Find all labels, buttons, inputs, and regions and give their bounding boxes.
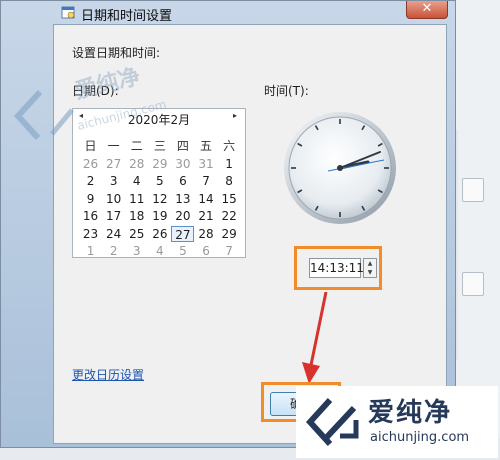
weekday-header: 六 (223, 139, 236, 153)
calendar-day[interactable]: 1 (79, 243, 102, 259)
aichunjing-logo-icon (306, 397, 359, 447)
window-title: 日期和时间设置 (81, 9, 173, 24)
spin-up-icon[interactable]: ▲ (364, 259, 376, 268)
calendar-day[interactable]: 20 (171, 208, 194, 224)
calendar-day[interactable]: 18 (125, 208, 148, 224)
calendar-day[interactable]: 30 (171, 156, 194, 172)
time-spinner[interactable]: ▲ ▼ (363, 258, 377, 278)
calendar-day[interactable]: 5 (148, 173, 171, 189)
calendar-day[interactable]: 24 (102, 226, 125, 242)
calendar-day[interactable]: 22 (218, 208, 241, 224)
calendar-day[interactable]: 25 (125, 226, 148, 242)
calendar-week-row: 23 24 25 26 27 28 29 (79, 225, 241, 242)
calendar-day[interactable]: 31 (194, 156, 217, 172)
analog-clock (284, 112, 396, 224)
watermark-cn: 爱纯净 (368, 398, 453, 428)
calendar-day[interactable]: 12 (148, 191, 171, 207)
calendar-day[interactable]: 11 (125, 191, 148, 207)
watermark-en: aichunjing.com (370, 430, 470, 445)
watermark-badge: 爱纯净 aichunjing.com (296, 386, 498, 458)
calendar-day[interactable]: 26 (148, 226, 171, 242)
calendar-day[interactable]: 29 (218, 226, 241, 242)
calendar-day-selected[interactable]: 27 (171, 225, 195, 242)
calendar-week-row: 16 17 18 19 20 21 22 (79, 208, 241, 224)
calendar-day[interactable]: 23 (79, 226, 102, 242)
calendar-day[interactable]: 13 (171, 191, 194, 207)
calendar-week-row: 9 10 11 12 13 14 15 (79, 191, 241, 207)
dialog-heading: 设置日期和时间: (72, 46, 161, 60)
calendar-day[interactable]: 3 (125, 243, 148, 259)
calendar-day[interactable]: 14 (194, 191, 217, 207)
calendar-day[interactable]: 6 (194, 243, 217, 259)
calendar-day[interactable]: 27 (102, 156, 125, 172)
spin-down-icon[interactable]: ▼ (364, 268, 376, 277)
calendar-day[interactable]: 5 (171, 243, 194, 259)
change-calendar-settings-link[interactable]: 更改日历设置 (72, 366, 144, 383)
calendar-day[interactable]: 7 (194, 173, 217, 189)
weekday-header: 五 (200, 139, 213, 153)
calendar-day[interactable]: 17 (102, 208, 125, 224)
calendar-week-row: 1234567 (79, 243, 241, 259)
calendar-grid: 日 一 二 三 四 五 六 26 27 28 29 30 31 1 2 3 4 5 6 7 8 9 10 11 1… (79, 138, 241, 261)
date-time-icon (61, 6, 75, 19)
calendar-day[interactable]: 16 (79, 208, 102, 224)
calendar-day[interactable]: 15 (218, 191, 241, 207)
calendar-day[interactable]: 8 (218, 173, 241, 189)
calendar-week-row: 26 27 28 29 30 31 1 (79, 156, 241, 172)
calendar-day[interactable]: 7 (218, 243, 241, 259)
calendar-day[interactable]: 3 (102, 173, 125, 189)
calendar-day[interactable]: 10 (102, 191, 125, 207)
red-arrow-annotation (302, 292, 328, 384)
calendar-day[interactable]: 26 (79, 156, 102, 172)
calendar-day[interactable]: 21 (194, 208, 217, 224)
calendar-day[interactable]: 28 (194, 226, 217, 242)
time-input[interactable]: 14:13:11 (309, 258, 364, 278)
close-button[interactable]: ✕ (406, 1, 448, 19)
calendar-day[interactable]: 19 (148, 208, 171, 224)
time-label: 时间(T): (264, 84, 309, 98)
calendar-day[interactable]: 6 (171, 173, 194, 189)
calendar-day[interactable]: 2 (102, 243, 125, 259)
calendar-week-row: 2345678 (79, 173, 241, 189)
calendar-day[interactable]: 9 (79, 191, 102, 207)
calendar-day[interactable]: 28 (125, 156, 148, 172)
calendar-day[interactable]: 4 (148, 243, 171, 259)
weekday-header: 四 (176, 139, 189, 153)
title-bar: 日期和时间设置 (1, 1, 455, 25)
calendar-day[interactable]: 4 (125, 173, 148, 189)
calendar-day[interactable]: 29 (148, 156, 171, 172)
background-control (462, 272, 484, 296)
calendar-day[interactable]: 2 (79, 173, 102, 189)
background-control (462, 178, 484, 202)
next-month-button[interactable]: ▸ (233, 111, 237, 120)
calendar-day[interactable]: 1 (218, 156, 241, 172)
